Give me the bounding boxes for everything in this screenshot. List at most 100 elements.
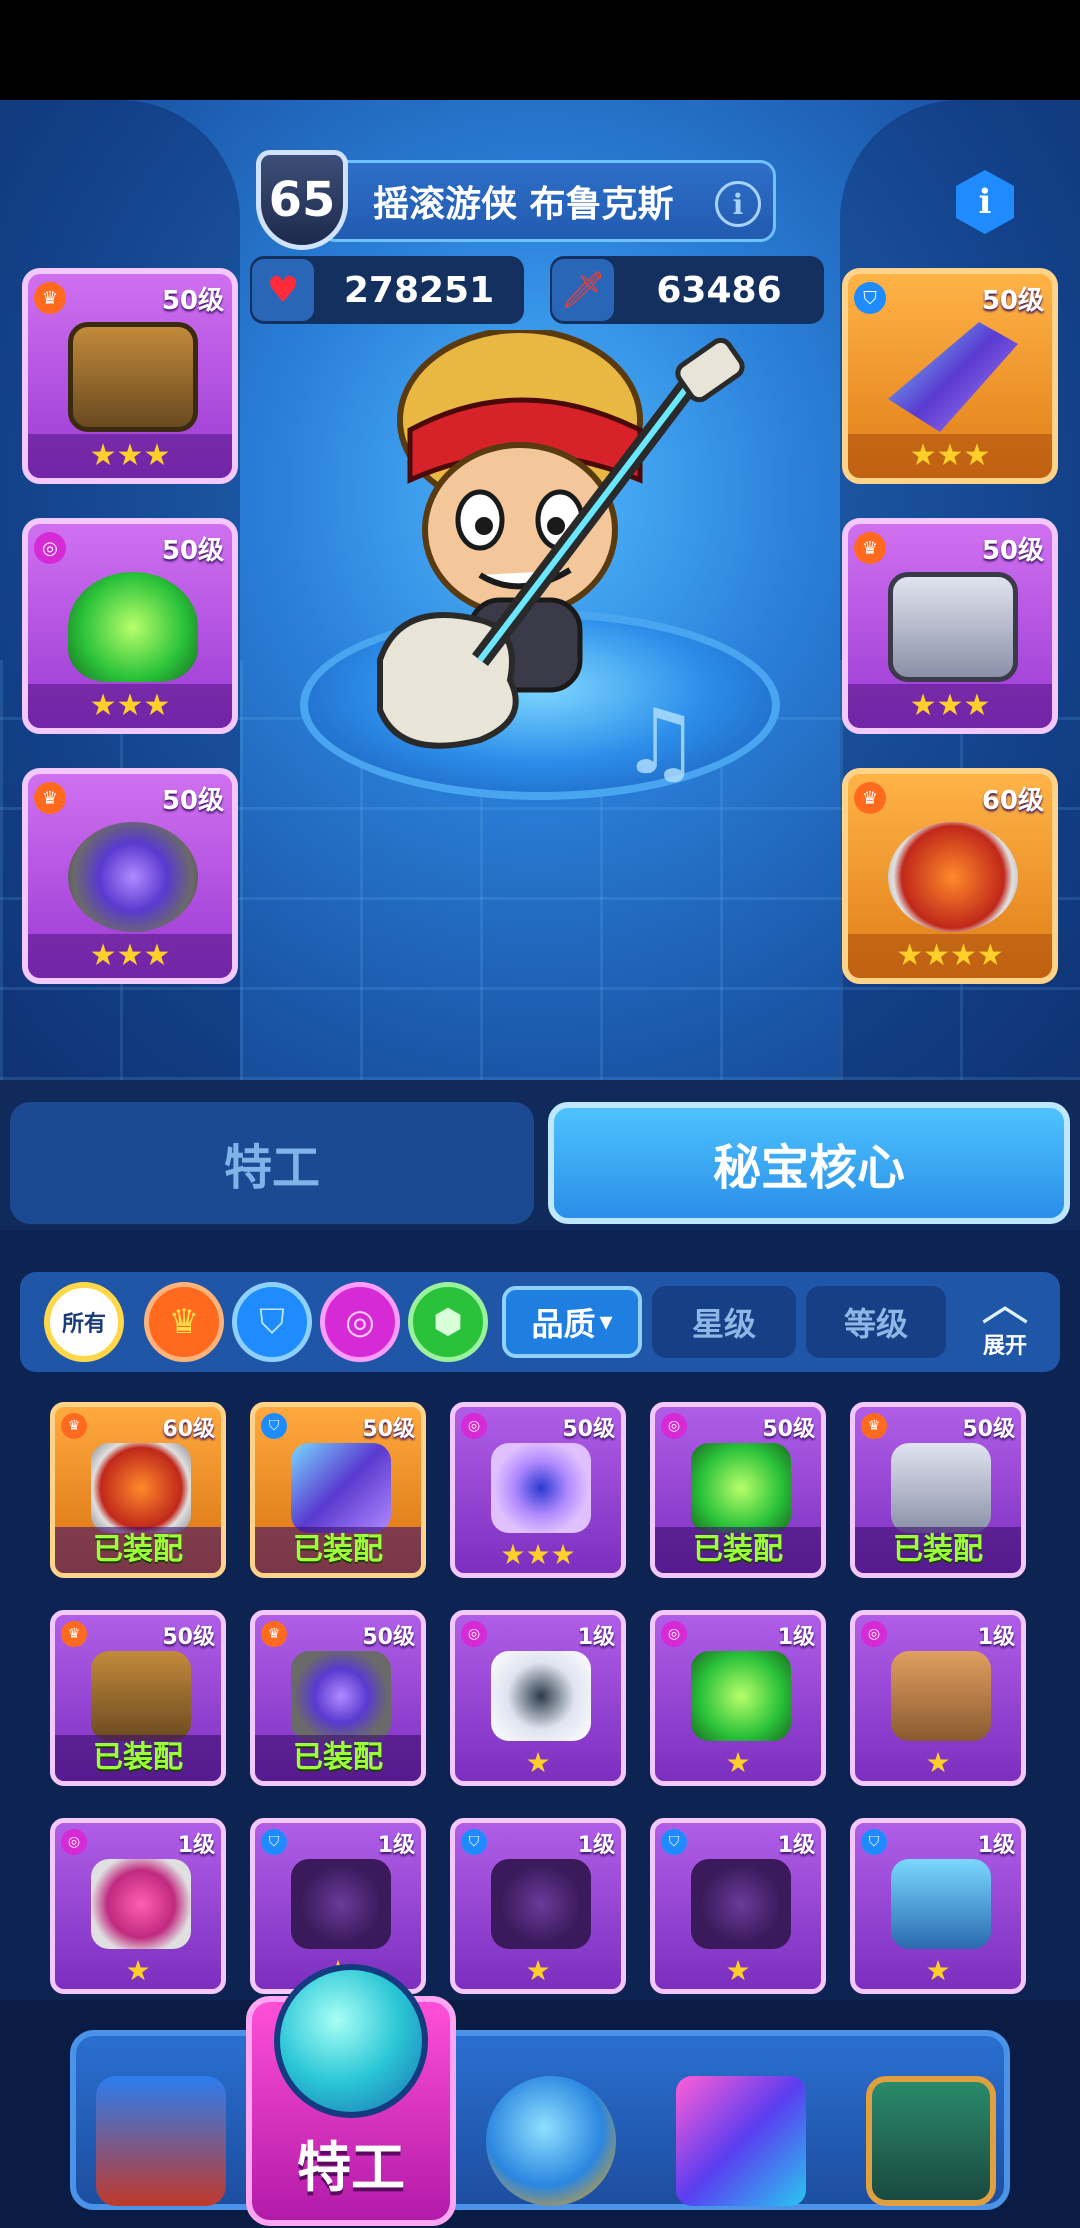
slot-level: 50级: [161, 786, 224, 816]
equipped-label: 已装配: [55, 1735, 221, 1781]
inventory-item[interactable]: ⛉ 1级 ★: [450, 1818, 626, 1994]
inventory-item[interactable]: ♛ 50级已装配: [50, 1610, 226, 1786]
item-art-icon: [891, 1443, 991, 1533]
gem-icon[interactable]: ⬢: [408, 1282, 488, 1362]
item-art-icon: [91, 1859, 191, 1949]
sort-level-button[interactable]: 等级: [806, 1286, 946, 1358]
hp-value: 278251: [343, 269, 495, 311]
inventory-item[interactable]: ♛ 60级已装配: [50, 1402, 226, 1578]
filter-bar: 所有 ♛ ⛉ ◎ ⬢ 品质 ▾ 星级 等级 ︿ 展开: [20, 1272, 1060, 1372]
hero-level: 65: [268, 172, 336, 228]
slot-stars: ★★★: [28, 934, 232, 978]
nav-planet-button[interactable]: [486, 2076, 616, 2206]
item-level: 1级: [777, 1833, 815, 1858]
inventory-panel: 所有 ♛ ⛉ ◎ ⬢ 品质 ▾ 星级 等级 ︿ 展开 ♛ 60级 已装配 ⛉ 50级 已装…: [0, 1230, 1080, 2000]
item-level: 50级: [162, 1625, 215, 1650]
item-art-icon: [291, 1443, 391, 1533]
item-art-icon: [91, 1443, 191, 1533]
fire-tag-icon: ♛: [34, 282, 66, 314]
bottom-nav: 特工: [0, 1964, 1080, 2228]
shield-icon[interactable]: ⛉: [232, 1282, 312, 1362]
ring-tag-icon: ◎: [461, 1621, 487, 1647]
item-level: 50级: [962, 1417, 1015, 1442]
item-level: 1级: [977, 1625, 1015, 1650]
inventory-item[interactable]: ◎ 50级 已装配: [650, 1402, 826, 1578]
sword-icon: 🗡: [552, 259, 614, 321]
slot-level: 50级: [161, 536, 224, 566]
fire-tag-icon: ♛: [61, 1621, 87, 1647]
equip-slot-left-1[interactable]: ♛ 50级 ★★★: [22, 268, 238, 484]
inventory-item[interactable]: ♛ 50级 已装配: [250, 1610, 426, 1786]
ring-icon[interactable]: ◎: [320, 1282, 400, 1362]
equip-slot-right-2[interactable]: ♛ 50级 ★★★: [842, 518, 1058, 734]
item-level: 60级: [162, 1417, 215, 1442]
shield-tag-icon: ⛉: [861, 1829, 887, 1855]
item-stars: ★: [925, 1954, 951, 1987]
equipped-label: 已装配: [855, 1527, 1021, 1573]
scroll-ring-icon: [888, 822, 1018, 932]
stone-orb-icon: [68, 822, 198, 932]
item-art-icon: [891, 1651, 991, 1741]
music-note-icon: ♫: [620, 690, 701, 795]
inventory-item[interactable]: ◎ 1级 ★: [450, 1610, 626, 1786]
equip-slot-left-3[interactable]: ♛ 50级 ★★★: [22, 768, 238, 984]
crown-icon[interactable]: ♛: [144, 1282, 224, 1362]
equip-slot-left-2[interactable]: ◎ 50级 ★★★: [22, 518, 238, 734]
sort-star-button[interactable]: 星级: [652, 1286, 796, 1358]
equip-slot-right-3[interactable]: ♛ 60级 ★★★★: [842, 768, 1058, 984]
hero-info-icon[interactable]: i: [715, 181, 761, 227]
item-level: 50级: [562, 1417, 615, 1442]
inventory-item[interactable]: ◎ 1级 ★: [50, 1818, 226, 1994]
item-level: 1级: [377, 1833, 415, 1858]
chevron-down-icon: ▾: [599, 1307, 613, 1337]
nav-map-button[interactable]: [96, 2076, 226, 2206]
inventory-item[interactable]: ◎ 1级 ★: [650, 1610, 826, 1786]
item-art-icon: [891, 1859, 991, 1949]
nav-card-button[interactable]: [866, 2076, 996, 2206]
item-art-icon: [691, 1651, 791, 1741]
section-tabs: 特工 秘宝核心: [0, 1080, 1080, 1230]
ring-tag-icon: ◎: [661, 1621, 687, 1647]
item-level: 1级: [177, 1833, 215, 1858]
expand-button[interactable]: ︿ 展开: [960, 1280, 1050, 1366]
item-stars: ★: [725, 1954, 751, 1987]
ring-tag-icon: ◎: [861, 1621, 887, 1647]
expand-label: 展开: [982, 1334, 1027, 1359]
item-art-icon: [691, 1859, 791, 1949]
fire-tag-icon: ♛: [61, 1413, 87, 1439]
item-stars: ★★★: [500, 1538, 576, 1571]
chevron-up-icon: ︿: [980, 1276, 1029, 1332]
ring-tag-icon: ◎: [34, 532, 66, 564]
item-art-icon: [91, 1651, 191, 1741]
slot-stars: ★★★: [848, 434, 1052, 478]
sort-quality-button[interactable]: 品质 ▾: [502, 1286, 642, 1358]
inventory-item[interactable]: ◎ 1级 ★: [850, 1610, 1026, 1786]
equipped-label: 已装配: [55, 1527, 221, 1573]
slot-stars: ★★★: [28, 684, 232, 728]
tome-icon: [68, 322, 198, 432]
inventory-item[interactable]: ⛉ 1级 ★: [850, 1818, 1026, 1994]
slot-level: 60级: [981, 786, 1044, 816]
mech-gauntlet-icon: [888, 572, 1018, 682]
fire-tag-icon: ♛: [854, 532, 886, 564]
nav-cube-button[interactable]: [676, 2076, 806, 2206]
nav-agent-button[interactable]: 特工: [246, 1964, 456, 2226]
filter-all[interactable]: 所有: [44, 1282, 124, 1362]
fire-tag-icon: ♛: [854, 782, 886, 814]
nav-tray: 特工: [70, 1964, 1010, 2226]
item-stars: ★: [725, 1746, 751, 1779]
inventory-item[interactable]: ♛ 50级 已装配: [850, 1402, 1026, 1578]
inventory-item[interactable]: ⛉ 1级 ★: [650, 1818, 826, 1994]
item-art-icon: [491, 1859, 591, 1949]
inventory-item[interactable]: ⛉ 50级 已装配: [250, 1402, 426, 1578]
tab-treasure-core[interactable]: 秘宝核心: [548, 1102, 1070, 1224]
equip-slot-right-1[interactable]: ⛉ 50级 ★★★: [842, 268, 1058, 484]
inventory-item[interactable]: ◎ 50级 ★★★: [450, 1402, 626, 1578]
item-stars: ★: [125, 1954, 151, 1987]
tab-agent[interactable]: 特工: [10, 1102, 534, 1224]
attack-stat: 🗡 63486: [550, 256, 824, 324]
ring-tag-icon: ◎: [661, 1413, 687, 1439]
item-level: 1级: [577, 1625, 615, 1650]
fire-tag-icon: ♛: [34, 782, 66, 814]
shield-tag-icon: ⛉: [461, 1829, 487, 1855]
